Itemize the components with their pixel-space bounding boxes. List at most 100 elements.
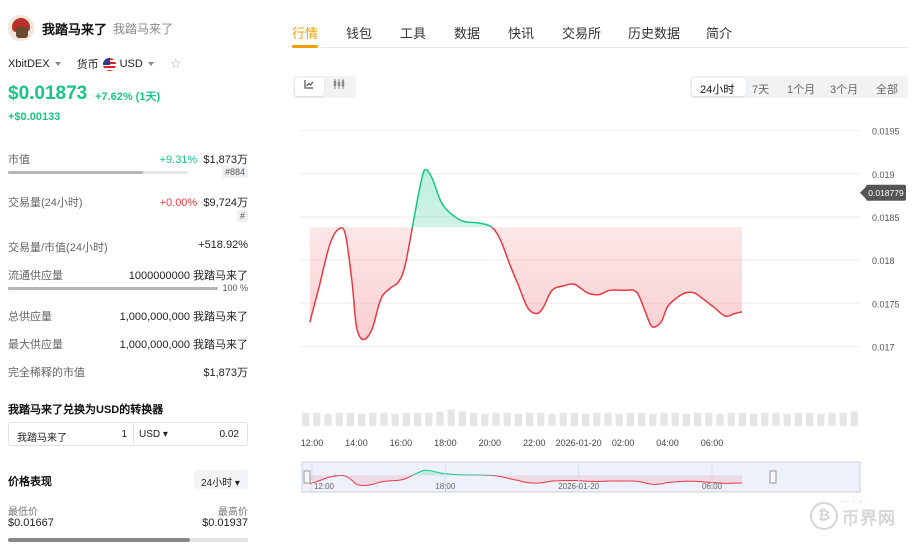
volume-bar: [570, 412, 578, 426]
x-tick-label: 02:00: [612, 438, 635, 448]
chevron-down-icon[interactable]: [54, 62, 61, 66]
price-chart[interactable]: 0.017 0.0175 0.018 0.0185 0.019 0.0195 0.01877…: [290, 110, 912, 502]
performance-title: 价格表现: [8, 476, 52, 488]
site-watermark-text: 币界网: [842, 508, 896, 528]
coin-name: 我踏马来了: [42, 21, 108, 37]
exchange-select[interactable]: XbitDEX: [8, 58, 50, 70]
range-1m[interactable]: 1个月: [787, 81, 815, 97]
tab-about[interactable]: 简介: [706, 23, 732, 42]
volume-bar: [738, 412, 746, 426]
tab-tools[interactable]: 工具: [400, 23, 426, 42]
high-price-label: 最高价: [218, 507, 248, 518]
chevron-down-icon[interactable]: [147, 62, 154, 66]
max-supply-label: 最大供应量: [8, 339, 63, 351]
y-tick-label: 0.017: [872, 342, 895, 352]
current-price: $0.01873: [8, 83, 88, 104]
x-tick-label: 16:00: [390, 438, 413, 448]
volume-bar: [761, 412, 769, 426]
active-tab-indicator: [292, 45, 318, 48]
volume-bar: [358, 414, 366, 426]
converter-to-amount[interactable]: 0.02: [220, 429, 239, 440]
converter-from-amount[interactable]: 1: [109, 429, 127, 440]
volume-change: +0.00%: [159, 197, 198, 209]
navigator-label: 18:00: [435, 482, 456, 491]
market-cap-label: 市值: [8, 154, 30, 166]
coin-info-panel: 我踏马来了 我踏马来了 XbitDEX 货币 USD ☆ $0.01873 +7…: [0, 0, 258, 544]
volume-bar: [828, 412, 836, 426]
volume-bar: [503, 412, 511, 426]
tab-data[interactable]: 数据: [454, 23, 480, 42]
coin-logo: [8, 15, 34, 41]
volume-bar: [559, 412, 567, 426]
market-cap-rank: #884: [221, 166, 248, 178]
x-tick-label: 2026-01-20: [556, 438, 602, 448]
volume-bar: [806, 412, 814, 426]
volume-bar: [346, 412, 354, 426]
range-3m[interactable]: 3个月: [830, 81, 858, 97]
range-24h[interactable]: 24小时: [700, 81, 734, 97]
max-supply-row: 最大供应量 1,000,000,000 我踏马来了: [8, 336, 248, 351]
total-supply-label: 总供应量: [8, 311, 52, 323]
fdv-row: 完全稀释的市值 $1,873万: [8, 364, 248, 379]
converter-currency-select[interactable]: USD ▾: [139, 429, 168, 440]
circulating-value: 1000000000 我踏马来了: [128, 270, 248, 282]
navigator-label: 2026-01-20: [558, 482, 599, 491]
volume-bar: [514, 414, 522, 426]
volume-bar: [391, 414, 399, 426]
volume-bar: [335, 412, 343, 426]
volume-row: 交易量(24小时) +0.00% $9,724万 #: [8, 194, 248, 222]
range-7d[interactable]: 7天: [752, 81, 769, 97]
volume-bar: [615, 414, 623, 426]
navigator-label: 12:00: [314, 482, 335, 491]
current-price-pointer: [860, 186, 866, 199]
fdv-label: 完全稀释的市值: [8, 367, 85, 379]
volume-bar: [425, 412, 433, 426]
volume-bar: [671, 412, 679, 426]
tab-news[interactable]: 快讯: [508, 23, 534, 42]
coin-subtitle: 我踏马来了: [113, 21, 174, 36]
volume-bar: [682, 414, 690, 426]
performance-range-select[interactable]: 24小时 ▾: [194, 470, 248, 489]
market-cap-change: +9.31%: [159, 154, 198, 166]
volume-bar: [593, 412, 601, 426]
candlestick-chart-icon[interactable]: [333, 79, 345, 92]
low-price-value: $0.01667: [8, 517, 54, 529]
market-cap-value: $1,873万: [203, 154, 248, 166]
volume-bar: [694, 412, 702, 426]
price-range-bar: [8, 538, 248, 542]
volume-bar: [313, 412, 321, 426]
range-all[interactable]: 全部: [876, 81, 898, 97]
us-flag-icon: [102, 57, 116, 71]
tab-wallet[interactable]: 钱包: [346, 23, 372, 42]
circulating-bar: [8, 287, 218, 290]
volume-bar: [660, 412, 668, 426]
total-supply-row: 总供应量 1,000,000,000 我踏马来了: [8, 308, 248, 323]
tab-exchanges[interactable]: 交易所: [562, 23, 601, 42]
volume-bar: [839, 412, 847, 426]
high-price-value: $0.01937: [202, 517, 248, 529]
vol-mcap-label: 交易量/市值(24小时): [8, 242, 108, 254]
y-tick-label: 0.0175: [872, 299, 900, 309]
volume-bar: [324, 414, 332, 426]
circulating-supply-row: 流通供应量 1000000000 我踏马来了 100 %: [8, 267, 248, 295]
volume-bar: [772, 412, 780, 426]
price-change-percent: +7.62% (1天): [95, 91, 161, 103]
converter-from-symbol: 我踏马来了: [17, 433, 67, 444]
navigator-handle[interactable]: [769, 470, 777, 484]
line-chart-icon[interactable]: [304, 79, 314, 92]
total-supply-value: 1,000,000,000 我踏马来了: [119, 311, 248, 323]
volume-bar: [626, 412, 634, 426]
exchange-currency-row: XbitDEX 货币 USD ☆: [8, 56, 181, 72]
tab-history[interactable]: 历史数据: [628, 23, 680, 42]
volume-bar: [302, 412, 310, 426]
navigator-handle[interactable]: [303, 470, 311, 484]
coin-header: 我踏马来了 我踏马来了: [8, 15, 173, 41]
tab-market[interactable]: 行情: [292, 23, 318, 42]
volume-bar: [537, 412, 545, 426]
volume-bar: [481, 414, 489, 426]
currency-select[interactable]: USD: [120, 58, 143, 70]
low-price-label: 最低价: [8, 507, 38, 518]
volume-value: $9,724万: [203, 197, 248, 209]
star-icon[interactable]: ☆: [170, 56, 182, 72]
main-tabs: 行情 钱包 工具 数据 快讯 交易所 历史数据 简介: [292, 0, 909, 48]
